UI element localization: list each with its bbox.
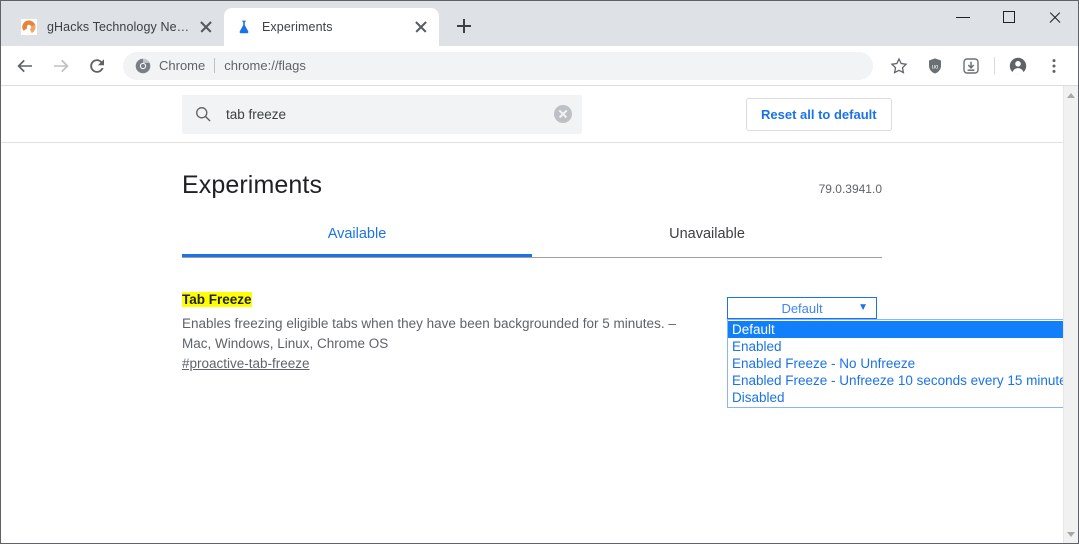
- omnibox-divider: [214, 58, 215, 73]
- scroll-down-arrow[interactable]: [1064, 527, 1078, 541]
- flags-content: Experiments 79.0.3941.0 Available Unavai…: [1, 143, 1078, 373]
- select-option-enabled-freeze-no-unfreeze[interactable]: Enabled Freeze - No Unfreeze: [728, 355, 1064, 372]
- flags-search-header: tab freeze Reset all to default: [1, 86, 1078, 143]
- search-input[interactable]: tab freeze: [182, 95, 582, 134]
- chrome-logo-icon: [135, 58, 151, 74]
- select-option-enabled-freeze-unfreeze-10s[interactable]: Enabled Freeze - Unfreeze 10 seconds eve…: [728, 372, 1064, 389]
- flags-tab-bar: Available Unavailable: [182, 226, 882, 258]
- arrow-right-icon: [51, 56, 71, 76]
- reset-all-to-default-button[interactable]: Reset all to default: [746, 98, 892, 131]
- tab-available[interactable]: Available: [182, 226, 532, 257]
- experiment-permalink[interactable]: #proactive-tab-freeze: [182, 356, 310, 371]
- svg-text:uo: uo: [932, 64, 939, 70]
- experiment-select-column: Default ▼ Default Enabled Enabled Freeze…: [727, 291, 1065, 319]
- browser-toolbar: Chrome chrome://flags uo: [1, 46, 1078, 86]
- reload-icon: [87, 56, 107, 76]
- page-scrollbar[interactable]: [1063, 86, 1078, 543]
- flags-page: tab freeze Reset all to default Experime…: [1, 86, 1078, 543]
- experiment-row: Tab Freeze Enables freezing eligible tab…: [182, 291, 1072, 373]
- profile-avatar-icon[interactable]: [1002, 50, 1034, 82]
- window-controls: [940, 1, 1078, 33]
- bookmark-star-icon[interactable]: [883, 50, 915, 82]
- omnibox-scheme-label: Chrome: [159, 58, 205, 73]
- tab-unavailable[interactable]: Unavailable: [532, 226, 882, 257]
- search-input-value: tab freeze: [226, 107, 554, 122]
- select-option-default[interactable]: Default: [728, 321, 1064, 338]
- flask-icon: [236, 19, 252, 35]
- clear-search-icon[interactable]: [554, 105, 572, 123]
- address-bar[interactable]: Chrome chrome://flags: [123, 52, 873, 80]
- ghacks-favicon: [21, 19, 37, 35]
- browser-window: gHacks Technology News Experiments: [0, 0, 1079, 544]
- back-button[interactable]: [9, 50, 41, 82]
- chrome-menu-icon[interactable]: [1038, 50, 1070, 82]
- close-icon[interactable]: [198, 19, 214, 35]
- tab-strip: gHacks Technology News Experiments: [1, 1, 1078, 46]
- maximize-button[interactable]: [986, 1, 1032, 33]
- close-icon[interactable]: [413, 19, 429, 35]
- omnibox-url: chrome://flags: [224, 58, 306, 73]
- experiment-select[interactable]: Default ▼: [727, 297, 877, 319]
- select-option-enabled[interactable]: Enabled: [728, 338, 1064, 355]
- tab-title: gHacks Technology News: [47, 20, 190, 34]
- download-extension-icon[interactable]: [955, 50, 987, 82]
- search-icon: [194, 105, 214, 123]
- reload-button[interactable]: [81, 50, 113, 82]
- experiment-title: Tab Freeze: [182, 292, 252, 307]
- page-title: Experiments: [182, 171, 819, 200]
- experiment-info: Tab Freeze Enables freezing eligible tab…: [182, 291, 692, 373]
- toolbar-divider: [994, 57, 995, 75]
- chrome-version-label: 79.0.3941.0: [819, 182, 882, 196]
- chevron-down-icon: ▼: [858, 303, 870, 313]
- forward-button[interactable]: [45, 50, 77, 82]
- browser-tab-ghacks[interactable]: gHacks Technology News: [9, 8, 224, 46]
- experiment-description: Enables freezing eligible tabs when they…: [182, 314, 690, 354]
- new-tab-button[interactable]: [447, 9, 481, 43]
- browser-tab-experiments[interactable]: Experiments: [224, 8, 439, 46]
- experiment-select-dropdown[interactable]: Default Enabled Enabled Freeze - No Unfr…: [727, 319, 1065, 408]
- minimize-button[interactable]: [940, 1, 986, 33]
- arrow-left-icon: [15, 56, 35, 76]
- select-value: Default: [728, 301, 858, 316]
- select-option-disabled[interactable]: Disabled: [728, 389, 1064, 406]
- ublock-origin-extension-icon[interactable]: uo: [919, 50, 951, 82]
- tab-title: Experiments: [262, 20, 405, 34]
- flags-title-row: Experiments 79.0.3941.0: [182, 143, 882, 200]
- close-window-button[interactable]: [1032, 1, 1078, 33]
- scroll-up-arrow[interactable]: [1064, 88, 1078, 102]
